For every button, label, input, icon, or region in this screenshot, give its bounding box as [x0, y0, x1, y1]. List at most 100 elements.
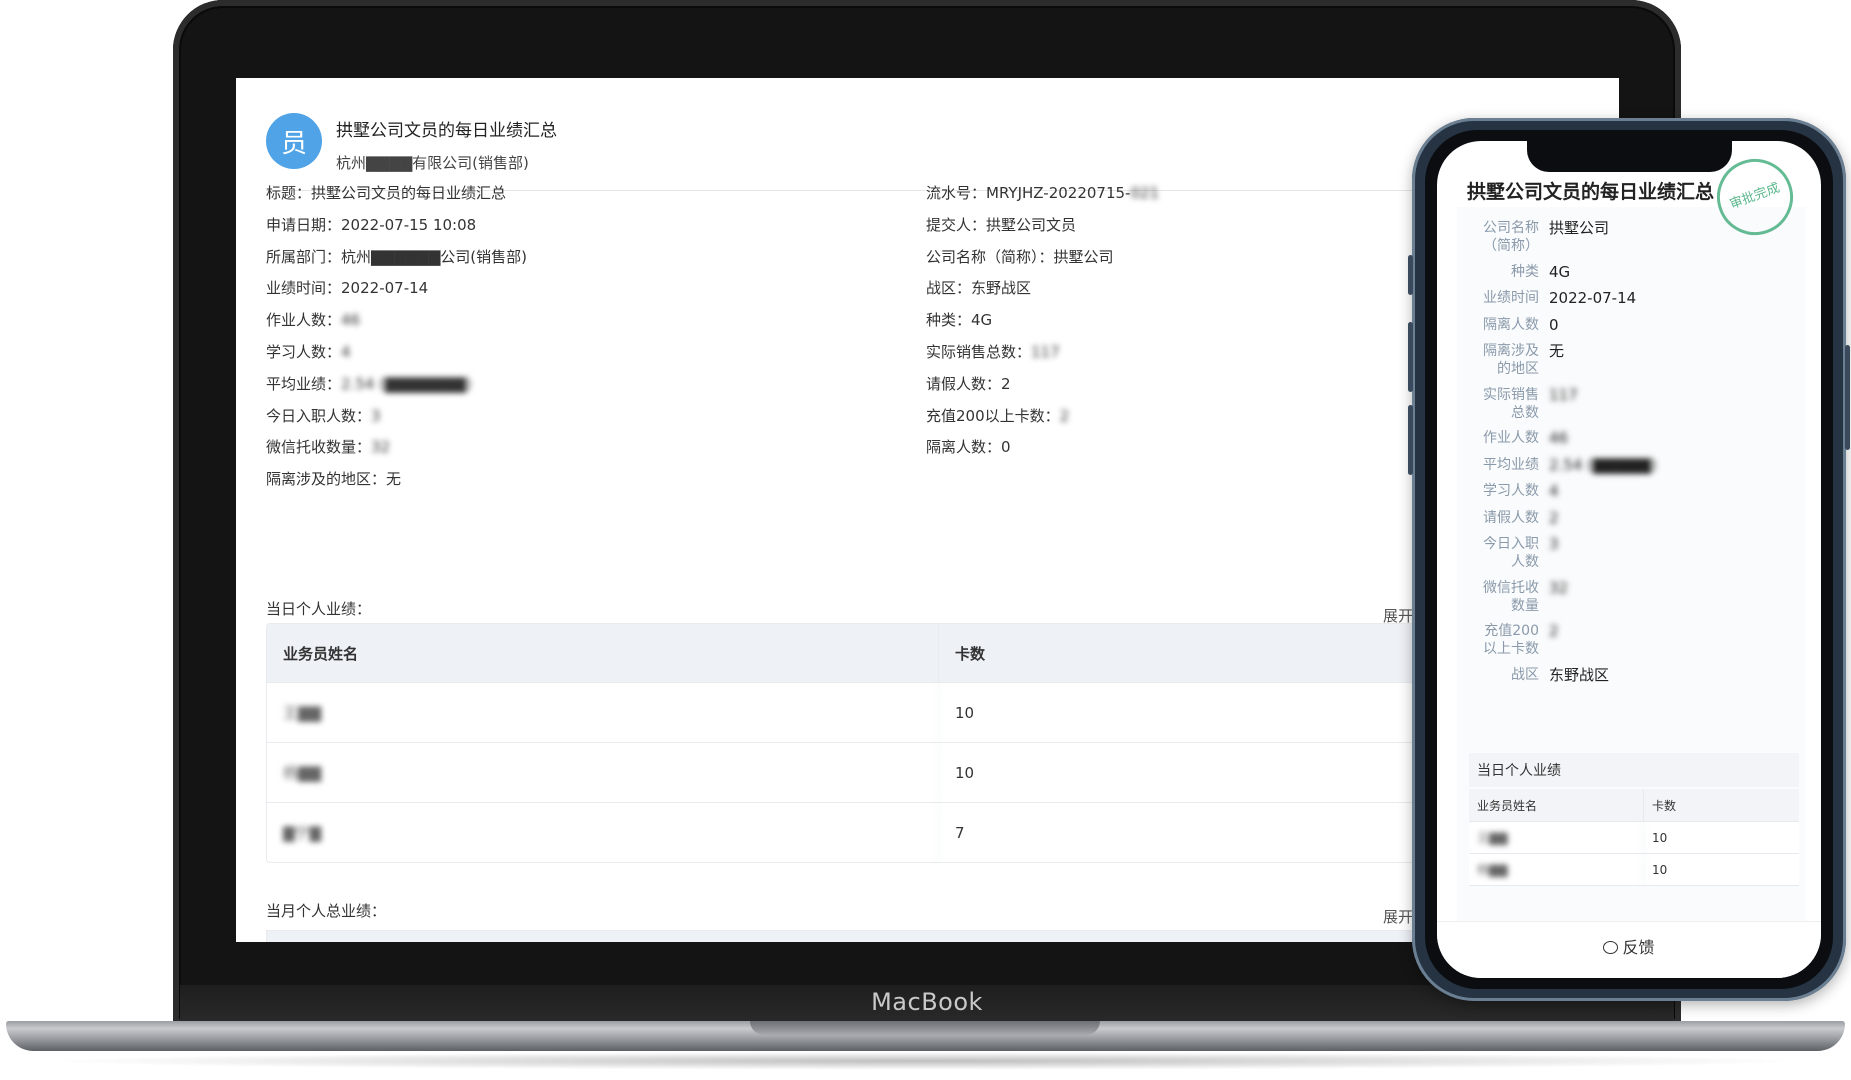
salesperson-name-cell: 王▇▇	[267, 683, 939, 742]
field-value: 无	[386, 470, 402, 489]
field-row: 作业人数：46	[266, 309, 360, 330]
phone-field-value: 0	[1549, 315, 1559, 334]
field-value: 杭州▇▇▇▇▇▇公司(销售部)	[341, 247, 527, 266]
field-row: 公司名称（简称）：拱墅公司	[926, 246, 1114, 267]
field-row: 种类：4G	[926, 309, 992, 330]
daily-section-title: 当日个人业绩：	[266, 600, 372, 618]
phone-table: 业务员姓名 卡数 王▇▇ 10 杨▇▇ 10	[1469, 789, 1799, 886]
table-row: 王▇▇ 10	[1469, 822, 1799, 854]
column-header-name[interactable]: 业务员姓名	[267, 624, 939, 682]
field-value: 2022-07-14	[341, 279, 429, 298]
phone-field-label: 隔离人数	[1483, 316, 1539, 333]
field-value: 32	[371, 438, 391, 457]
phone-title: 拱墅公司文员的每日业绩汇总	[1467, 181, 1715, 203]
field-label: 作业人数：	[266, 311, 342, 330]
phone-field-row: 业绩时间 2022-07-14	[1459, 289, 1636, 307]
field-value: 4G	[971, 311, 993, 330]
phone-field-value: 117	[1549, 385, 1578, 404]
salesperson-name-cell: ▇宁▇	[267, 803, 939, 862]
phone-column-cards: 卡数	[1652, 798, 1677, 813]
phone-field-row: 实际销售总数 117	[1459, 386, 1578, 422]
field-row: 微信托收数量：32	[266, 436, 390, 457]
phone-volume-down	[1408, 405, 1413, 475]
phone-field-label: 平均业绩	[1483, 456, 1539, 473]
field-label: 标题：	[266, 184, 312, 202]
field-label: 申请日期：	[266, 215, 342, 234]
phone-field-row: 充值200以上卡数 2	[1459, 622, 1559, 658]
phone-field-label: 隔离涉及的地区	[1483, 343, 1539, 377]
page-title: 拱墅公司文员的每日业绩汇总	[336, 121, 557, 141]
phone-field-label: 战区	[1511, 666, 1539, 683]
phone-volume-up	[1408, 322, 1413, 392]
field-row: 实际销售总数：117	[926, 341, 1060, 362]
column-header-cards[interactable]: 卡数	[939, 624, 1437, 682]
phone-field-value: 东野战区	[1549, 665, 1610, 684]
phone-field-row: 隔离人数 0	[1459, 316, 1559, 334]
phone-field-row: 平均业绩 2.54 (▇▇▇▇▇)	[1459, 456, 1657, 474]
phone-column-name: 业务员姓名	[1469, 789, 1644, 821]
phone-field-label: 作业人数	[1483, 430, 1539, 446]
field-label: 充值200以上卡数：	[926, 406, 1060, 425]
field-label: 隔离人数：	[926, 438, 1002, 457]
phone-field-row: 公司名称（简称） 拱墅公司	[1459, 219, 1609, 255]
field-label: 实际销售总数：	[926, 343, 1032, 361]
phone-field-label: 实际销售总数	[1483, 386, 1539, 421]
laptop-shadow	[40, 1052, 1811, 1070]
table-row: 杨▇▇ 10	[267, 742, 1437, 802]
field-row: 今日入职人数：3	[266, 405, 381, 426]
phone-screen: 拱墅公司文员的每日业绩汇总 审批完成 公司名称（简称） 拱墅公司种类 4G 业绩时间 2…	[1437, 141, 1821, 978]
field-value: 拱墅公司	[1053, 247, 1114, 266]
phone-field-label: 种类	[1511, 263, 1539, 280]
phone-field-row: 战区 东野战区	[1459, 666, 1609, 684]
phone-field-value: 2022-07-14	[1549, 289, 1637, 307]
phone-field-value: 4G	[1549, 262, 1571, 281]
table-row: 王▇▇ 10	[267, 682, 1437, 742]
phone-notch	[1527, 138, 1732, 172]
field-label: 隔离涉及的地区：	[266, 470, 387, 489]
field-row: 隔离人数：0	[926, 436, 1011, 457]
phone-field-row: 今日入职人数 3	[1459, 535, 1559, 571]
phone-field-value: 2.54 (▇▇▇▇▇)	[1549, 455, 1657, 474]
field-row: 隔离涉及的地区：无	[266, 468, 401, 489]
phone-section-title: 当日个人业绩	[1477, 763, 1561, 779]
phone-field-value: 32	[1549, 578, 1569, 597]
phone-field-row: 请假人数 2	[1459, 509, 1559, 527]
daily-table: 业务员姓名 卡数 王▇▇ 10 杨▇▇ 10 ▇宁▇ 7	[266, 623, 1438, 863]
feedback-button[interactable]: 反馈	[1437, 934, 1821, 958]
salesperson-name-cell: 杨▇▇	[267, 743, 939, 802]
field-value-redacted: 021	[1130, 184, 1160, 202]
phone-field-label: 请假人数	[1483, 509, 1539, 526]
field-label: 所属部门：	[266, 247, 342, 266]
field-label: 今日入职人数：	[266, 406, 372, 425]
field-value: 2	[1001, 374, 1011, 393]
laptop-trackpad-notch	[750, 1021, 1100, 1035]
phone-table-header: 业务员姓名 卡数	[1469, 789, 1799, 822]
field-value: MRYJHZ-20220715-	[986, 184, 1131, 202]
field-label: 战区：	[926, 279, 972, 298]
stamp-text: 审批完成	[1727, 180, 1782, 213]
field-row: 平均业绩：2.54 (▇▇▇▇▇▇▇)	[266, 373, 472, 394]
phone-field-row: 种类 4G	[1459, 263, 1570, 281]
field-value: 4	[341, 343, 351, 361]
field-value: 46	[341, 311, 361, 330]
phone-field-row: 隔离涉及的地区无	[1459, 342, 1564, 378]
field-value-redacted: 2	[1059, 406, 1070, 425]
phone-silent-switch	[1408, 255, 1413, 295]
field-row: 请假人数：2	[926, 373, 1011, 394]
field-label: 业绩时间：	[266, 279, 342, 298]
field-label: 提交人：	[926, 215, 987, 234]
field-row: 业绩时间：2022-07-14	[266, 277, 428, 298]
field-value: 拱墅公司文员的每日业绩汇总	[311, 184, 507, 202]
field-row: 战区：东野战区	[926, 277, 1031, 298]
chat-bubble-icon	[1603, 941, 1619, 954]
field-value: 0	[1001, 438, 1011, 457]
phone-field-label: 充值200以上卡数	[1483, 623, 1539, 657]
field-row: 充值200以上卡数：2	[926, 405, 1069, 426]
phone-name-cell: 王▇▇	[1469, 822, 1644, 853]
avatar: 员	[266, 113, 322, 169]
phone-field-value: 2	[1549, 508, 1559, 527]
phone-name-cell: 杨▇▇	[1469, 854, 1644, 885]
phone-field-value: 46	[1549, 429, 1569, 447]
card-count-cell: 7	[955, 823, 965, 842]
monthly-section-title: 当月个人总业绩：	[266, 902, 387, 920]
